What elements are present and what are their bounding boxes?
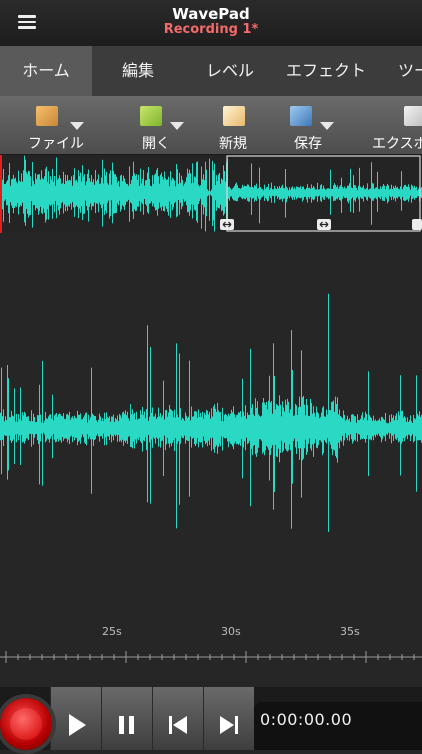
play-button[interactable] [50,687,101,750]
pause-button[interactable] [101,687,152,750]
record-icon [10,708,42,740]
open-folder-icon [140,106,162,126]
selection-handle-right[interactable] [412,219,422,230]
export-icon [404,106,422,126]
new-file-icon [223,106,245,126]
overview-wave-path [0,155,422,232]
skip-forward-icon [220,716,238,734]
file-icon [36,106,58,126]
timeline-ruler[interactable]: 25s 30s 35s [0,625,422,687]
open-label: 開く [142,136,170,152]
dropdown-arrow-icon [170,122,184,130]
timeline-tick-label: 30s [221,625,241,638]
overview-waveform[interactable] [0,155,422,233]
export-button[interactable]: エクスポ [370,96,422,154]
main-waveform[interactable] [0,233,422,625]
file-label: ファイル [28,136,84,152]
toolbar: ファイル 開く 新規 保存 エクスポ [0,96,422,155]
record-button[interactable] [0,698,52,750]
time-display: 0:00:00.00 [260,710,353,729]
app-title: WavePad [172,5,250,23]
timeline-ticks [0,651,422,663]
dropdown-arrow-icon [70,122,84,130]
save-button[interactable]: 保存 [286,96,342,154]
tab-home[interactable]: ホーム [0,46,92,96]
tab-edit[interactable]: 編集 [92,46,184,96]
file-title: Recording 1* [163,22,259,37]
save-label: 保存 [294,136,322,152]
tab-tools[interactable]: ツー [384,46,422,96]
dropdown-arrow-icon [320,122,334,130]
main-wave-path [0,293,422,532]
open-button[interactable]: 開く [130,96,190,154]
tab-levels[interactable]: レベル [184,46,276,96]
selection-handle-center[interactable] [317,219,331,230]
tab-effects[interactable]: エフェクト [276,46,376,96]
timeline-tick-label: 25s [102,625,122,638]
new-button[interactable]: 新規 [215,96,255,154]
pause-icon [119,716,134,734]
selection-handle-left[interactable] [220,219,234,230]
save-icon [290,106,312,126]
skip-back-button[interactable] [152,687,203,750]
skip-forward-button[interactable] [203,687,254,750]
new-label: 新規 [219,136,247,152]
play-icon [69,714,86,736]
timeline-tick-label: 35s [340,625,360,638]
transport-bar [0,687,422,750]
title-bar: WavePad Recording 1* [0,0,422,46]
export-label: エクスポ [372,136,422,152]
tab-bar: ホーム 編集 レベル エフェクト ツー [0,46,422,96]
skip-back-icon [169,716,187,734]
file-button[interactable]: ファイル [24,96,94,154]
